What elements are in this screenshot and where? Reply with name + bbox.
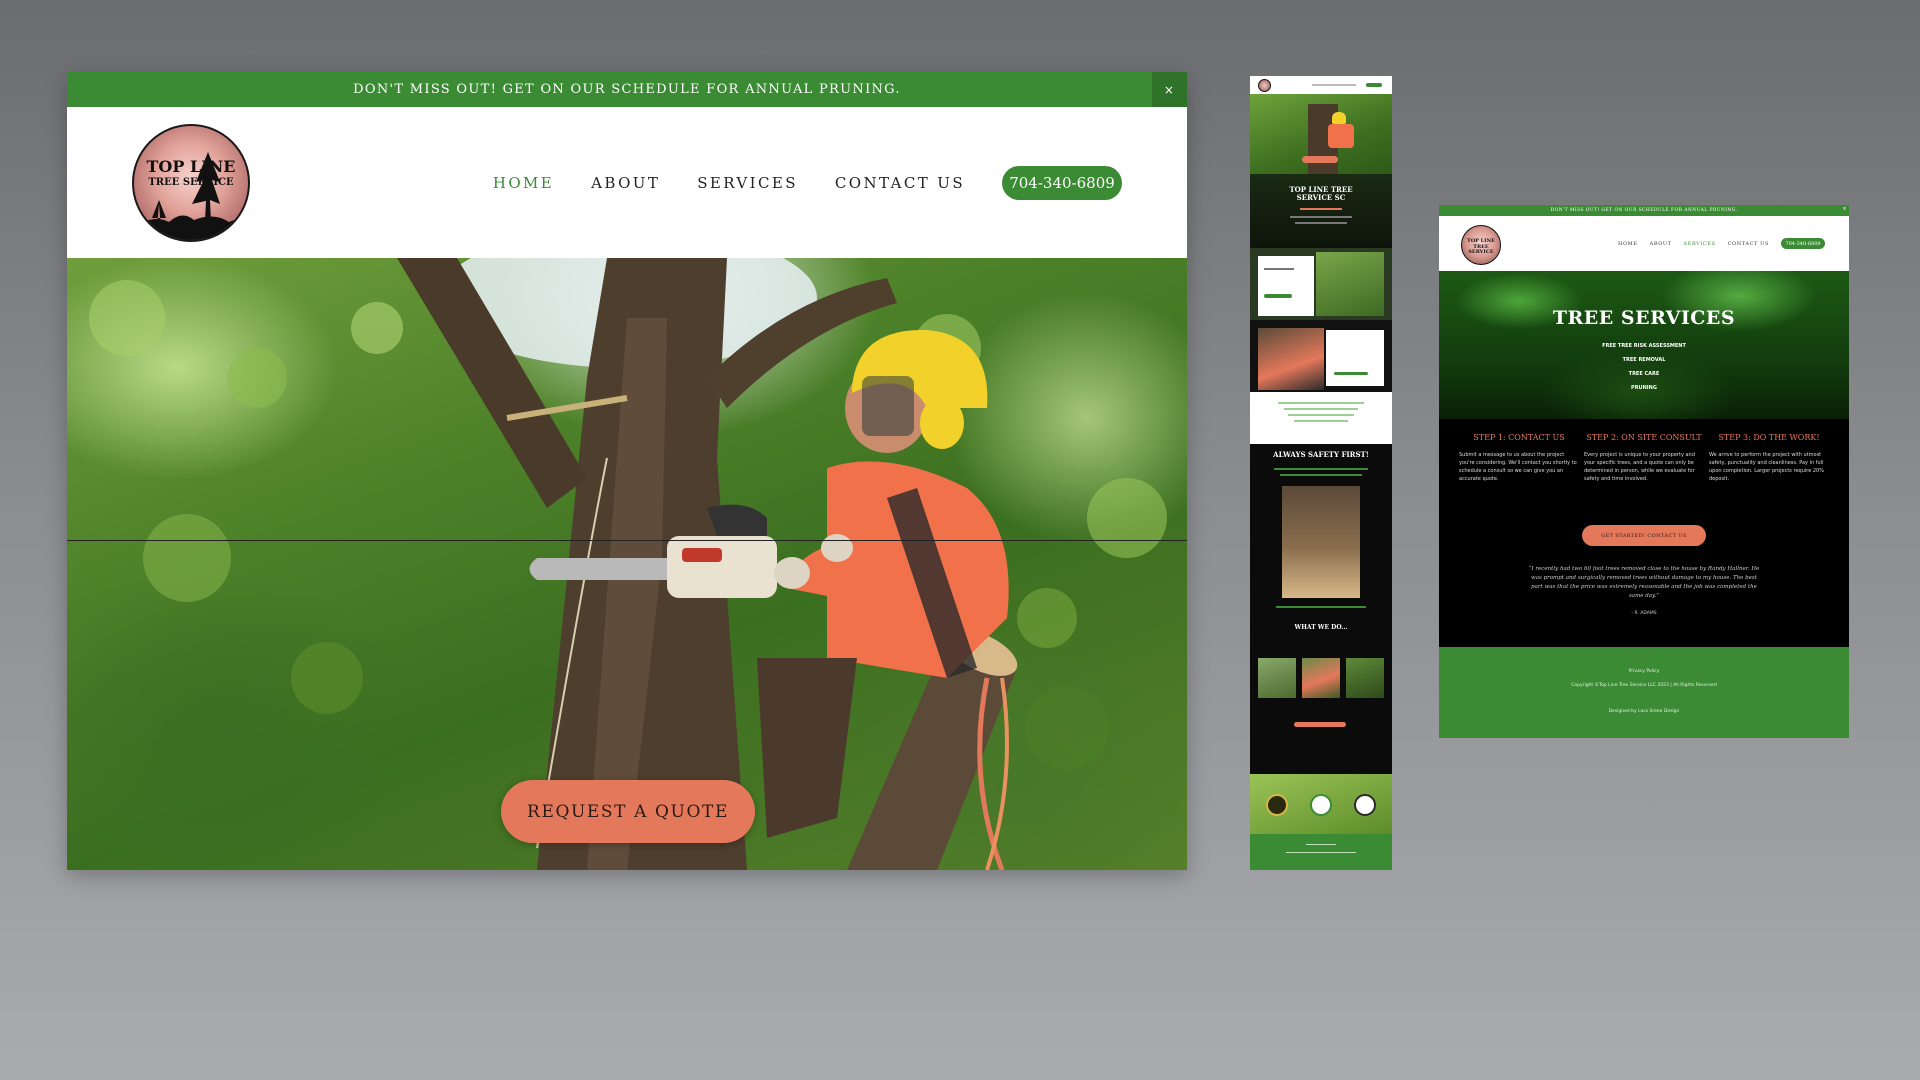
mobile-text-section	[1250, 392, 1392, 444]
nav-home[interactable]: HOME	[493, 174, 554, 192]
mobile-card-button-2[interactable]	[1334, 372, 1368, 375]
services-list-item: TREE CARE	[1628, 371, 1660, 377]
services-site-logo[interactable]: TOP LINE TREE SERVICE	[1461, 225, 1501, 265]
close-announcement-button[interactable]: ×	[1152, 72, 1187, 107]
services-title: TREE SERVICES	[1552, 307, 1736, 329]
testimonial-author: - R. ADAMS	[1631, 611, 1657, 616]
services-footer: Privacy Policy Copyright ©Top Line Tree …	[1439, 647, 1849, 738]
request-quote-label: REQUEST A QUOTE	[527, 801, 729, 822]
close-icon: ×	[1163, 82, 1176, 97]
step-title: STEP 3: DO THE WORK!	[1718, 433, 1820, 442]
mobile-hero	[1250, 94, 1392, 174]
desktop-homepage-preview: DON'T MISS OUT! GET ON OUR SCHEDULE FOR …	[67, 72, 1187, 870]
mobile-quote-button[interactable]	[1302, 156, 1338, 163]
tree-silhouette-icon	[134, 152, 248, 240]
divider-line	[67, 540, 1187, 541]
mobile-title-section: TOP LINE TREE SERVICE SC	[1250, 174, 1392, 248]
services-navigation: HOME ABOUT SERVICES CONTACT US 704-340-6…	[1618, 238, 1825, 249]
step-body: We arrive to perform the project with ut…	[1709, 452, 1824, 482]
testimonial-text: “I recently had two 60 foot trees remove…	[1528, 566, 1760, 600]
mobile-badges	[1250, 774, 1392, 834]
services-nav-about[interactable]: ABOUT	[1650, 241, 1672, 247]
services-announcement-bar: DON'T MISS OUT! GET ON OUR SCHEDULE FOR …	[1439, 205, 1849, 216]
services-list-item: PRUNING	[1631, 385, 1657, 391]
services-nav-home[interactable]: HOME	[1618, 241, 1638, 247]
mobile-card	[1258, 256, 1314, 316]
step-title: STEP 2: ON SITE CONSULT	[1586, 433, 1702, 442]
certification-badge-icon	[1310, 794, 1332, 816]
mobile-nav[interactable]	[1312, 84, 1356, 86]
mobile-header	[1250, 76, 1392, 94]
step-contact: STEP 1: CONTACT US Submit a message to u…	[1459, 433, 1579, 483]
announcement-text: DON'T MISS OUT! GET ON OUR SCHEDULE FOR …	[353, 82, 901, 97]
services-phone-button[interactable]: 704-340-6809	[1781, 238, 1825, 249]
phone-number: 704-340-6809	[1009, 174, 1115, 192]
mobile-safety-image	[1282, 486, 1360, 598]
nav-services[interactable]: SERVICES	[697, 174, 798, 192]
mobile-card-image-2	[1258, 328, 1324, 390]
services-hero: TREE SERVICES FREE TREE RISK ASSESSMENT …	[1439, 271, 1849, 419]
hero-image: REQUEST A QUOTE	[67, 258, 1187, 870]
step-work: STEP 3: DO THE WORK! We arrive to perfor…	[1709, 433, 1829, 483]
services-page-preview: DON'T MISS OUT! GET ON OUR SCHEDULE FOR …	[1439, 205, 1849, 738]
mobile-safety-title: ALWAYS SAFETY FIRST!	[1273, 450, 1369, 459]
services-list-item: TREE REMOVAL	[1622, 357, 1666, 363]
phone-button[interactable]: 704-340-6809	[1002, 166, 1122, 200]
services-logo-text: TOP LINE TREE SERVICE	[1467, 238, 1495, 255]
announcement-bar: DON'T MISS OUT! GET ON OUR SCHEDULE FOR …	[67, 72, 1187, 107]
certification-badge-icon	[1354, 794, 1376, 816]
nav-about[interactable]: ABOUT	[591, 174, 660, 192]
mobile-logo[interactable]	[1258, 79, 1271, 92]
mobile-services-button[interactable]	[1294, 722, 1346, 727]
get-started-button[interactable]: GET STARTED! CONTACT US	[1582, 525, 1706, 546]
services-announcement-text: DON'T MISS OUT! GET ON OUR SCHEDULE FOR …	[1550, 208, 1738, 213]
mobile-footer	[1250, 834, 1392, 870]
mobile-homepage-preview: TOP LINE TREE SERVICE SC ALWAYS SAFETY F…	[1250, 76, 1392, 870]
mobile-card-image	[1316, 252, 1384, 316]
main-navigation: HOME ABOUT SERVICES CONTACT US 704-340-6…	[493, 166, 1122, 200]
mobile-hero-title: TOP LINE TREE SERVICE SC	[1289, 185, 1353, 203]
services-list-item: FREE TREE RISK ASSESSMENT	[1602, 343, 1686, 349]
arborist-illustration	[89, 258, 1167, 870]
services-header: TOP LINE TREE SERVICE HOME ABOUT SERVICE…	[1439, 216, 1849, 271]
step-body: Every project is unique to your property…	[1584, 452, 1695, 482]
close-icon[interactable]: ×	[1842, 206, 1847, 212]
mobile-phone-button[interactable]	[1366, 83, 1382, 87]
certification-badge-icon	[1266, 794, 1288, 816]
services-nav-contact[interactable]: CONTACT US	[1728, 241, 1769, 247]
services-phone-number: 704-340-6809	[1785, 240, 1821, 247]
copyright-text: Copyright ©Top Line Tree Service LLC 202…	[1571, 683, 1717, 688]
helmet-icon	[1332, 112, 1346, 124]
mobile-services-grid	[1250, 656, 1392, 774]
nav-contact[interactable]: CONTACT US	[835, 174, 965, 192]
step-consult: STEP 2: ON SITE CONSULT Every project is…	[1584, 433, 1704, 483]
privacy-link[interactable]: Privacy Policy	[1439, 669, 1849, 674]
header: TOP LINE TREE SERVICE HOME ABOUT SERVICE…	[67, 107, 1187, 258]
mobile-safety-section: ALWAYS SAFETY FIRST! WHAT WE DO...	[1250, 444, 1392, 656]
step-title: STEP 1: CONTACT US	[1473, 433, 1565, 442]
site-logo[interactable]: TOP LINE TREE SERVICE	[132, 124, 250, 242]
designer-credit[interactable]: Designed by Lass Sreeo Design	[1439, 709, 1849, 714]
services-nav-services[interactable]: SERVICES	[1684, 241, 1716, 247]
mobile-card-section-2	[1250, 320, 1392, 392]
mobile-what-title: WHAT WE DO...	[1294, 624, 1348, 631]
mobile-card-section	[1250, 248, 1392, 320]
mobile-card-button[interactable]	[1264, 294, 1292, 298]
step-body: Submit a message to us about the project…	[1459, 452, 1577, 482]
request-quote-button[interactable]: REQUEST A QUOTE	[501, 780, 755, 843]
get-started-label: GET STARTED! CONTACT US	[1601, 532, 1687, 539]
